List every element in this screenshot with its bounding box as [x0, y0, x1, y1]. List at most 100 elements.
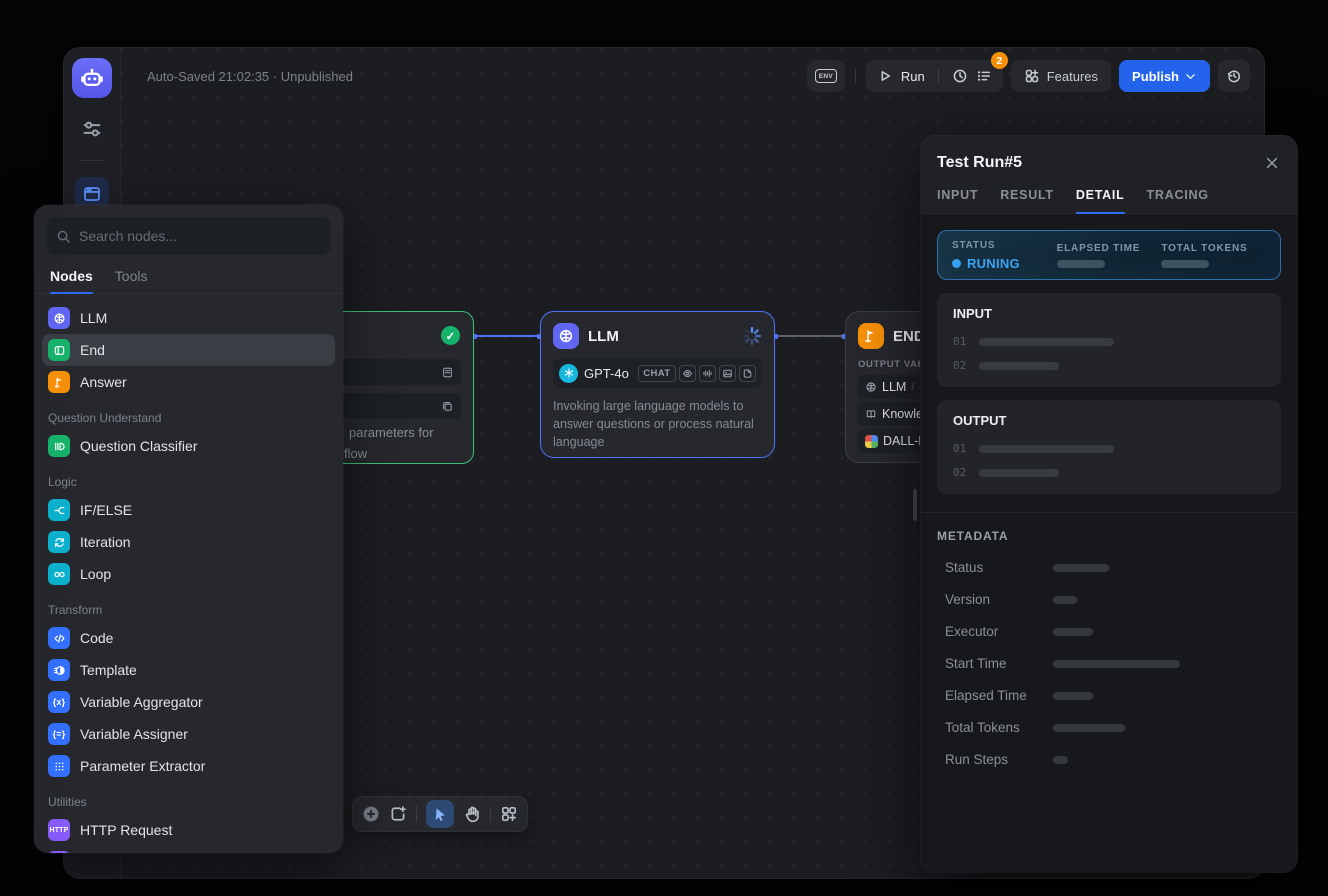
- node-item-list-operator[interactable]: List Operator: [42, 846, 335, 853]
- node-item-template[interactable]: Template: [42, 654, 335, 686]
- node-item-question-classifier[interactable]: Question Classifier: [42, 430, 335, 462]
- node-item-iteration[interactable]: Iteration: [42, 526, 335, 558]
- pointer-mode-button[interactable]: [426, 800, 454, 828]
- node-item-variable-aggregator[interactable]: {x}Variable Aggregator: [42, 686, 335, 718]
- row-number: 01: [953, 442, 966, 455]
- skeleton-bar: [1053, 724, 1125, 732]
- node-group-header: Logic: [48, 475, 329, 489]
- node-item-if-else[interactable]: IF/ELSE: [42, 494, 335, 526]
- node-item-label: Iteration: [80, 534, 131, 550]
- node-item-label: Variable Assigner: [80, 726, 188, 742]
- skeleton-bar: [979, 338, 1114, 346]
- run-button[interactable]: Run: [901, 69, 925, 84]
- add-note-button[interactable]: [389, 805, 407, 823]
- tab-nodes[interactable]: Nodes: [50, 268, 93, 293]
- canvas-scrollbar-thumb[interactable]: [913, 489, 917, 521]
- input-card: INPUT 0102: [937, 293, 1281, 387]
- tab-input[interactable]: INPUT: [937, 188, 978, 213]
- llm-node-title: LLM: [588, 328, 619, 345]
- metadata-title: METADATA: [937, 529, 1281, 543]
- node-group-header: Utilities: [48, 795, 329, 809]
- toolbar-separator: [490, 806, 491, 822]
- metadata-rows: StatusVersionExecutorStart TimeElapsed T…: [937, 560, 1281, 767]
- metadata-row-executor: Executor: [937, 624, 1281, 639]
- editor-topbar: Auto-Saved 21:02:35 · Unpublished ENV Ru…: [121, 60, 1264, 92]
- version-history-button[interactable]: [1218, 60, 1250, 92]
- llm-node[interactable]: LLM GPT-4o CHAT Invoking large language …: [540, 311, 775, 458]
- skeleton-bar: [1053, 660, 1180, 668]
- tab-result[interactable]: RESULT: [1000, 188, 1054, 213]
- organize-nodes-button[interactable]: [500, 805, 518, 823]
- node-item-llm[interactable]: LLM: [42, 302, 335, 334]
- search-box[interactable]: [46, 217, 331, 255]
- model-selector[interactable]: GPT-4o CHAT: [553, 358, 762, 388]
- var-aggregator-icon: {x}: [48, 691, 70, 713]
- node-item-label: LLM: [80, 310, 107, 326]
- node-item-loop[interactable]: Loop: [42, 558, 335, 590]
- canvas-toolbar: [352, 796, 528, 832]
- app-logo-robot-icon[interactable]: [72, 58, 112, 98]
- features-button[interactable]: Features: [1011, 60, 1111, 92]
- node-item-code[interactable]: Code: [42, 622, 335, 654]
- toolbar-separator: [416, 806, 417, 822]
- row-number: 02: [953, 359, 966, 372]
- node-item-variable-assigner[interactable]: {=}Variable Assigner: [42, 718, 335, 750]
- skeleton-bar: [1053, 564, 1109, 572]
- metadata-row-total-tokens: Total Tokens: [937, 720, 1281, 735]
- chevron-down-icon: [1184, 70, 1197, 83]
- play-icon[interactable]: [877, 68, 893, 84]
- sidebar-divider: [79, 160, 105, 161]
- tab-tools[interactable]: Tools: [115, 268, 148, 293]
- total-tokens-label: TOTAL TOKENS: [1161, 243, 1266, 254]
- tab-tracing[interactable]: TRACING: [1147, 188, 1209, 213]
- output-card-title: OUTPUT: [953, 413, 1265, 428]
- node-item-label: Question Classifier: [80, 438, 198, 454]
- checklist-icon[interactable]: [976, 68, 992, 84]
- llm-node-header: LLM: [541, 312, 774, 349]
- search-input[interactable]: [79, 228, 321, 244]
- audio-capability-icon: [699, 365, 716, 382]
- node-item-parameter-extractor[interactable]: Parameter Extractor: [42, 750, 335, 782]
- publish-button[interactable]: Publish: [1119, 60, 1210, 92]
- env-icon: ENV: [815, 69, 837, 83]
- end-node-title: END: [893, 328, 925, 345]
- run-panel-header: Test Run#5 INPUTRESULTDETAILTRACING: [921, 136, 1297, 214]
- chat-badge: CHAT: [638, 365, 676, 382]
- env-button[interactable]: ENV: [807, 60, 845, 92]
- success-check-icon: ✓: [441, 326, 460, 345]
- node-item-label: Template: [80, 662, 137, 678]
- run-history-icon[interactable]: [952, 68, 968, 84]
- node-item-answer[interactable]: Answer: [42, 366, 335, 398]
- answer-icon: [48, 371, 70, 393]
- node-item-http-request[interactable]: HTTPHTTP Request: [42, 814, 335, 846]
- skeleton-bar: [1053, 756, 1068, 764]
- skeleton-bar: [1057, 260, 1105, 268]
- preferences-icon[interactable]: [81, 118, 103, 140]
- metadata-label: Elapsed Time: [945, 688, 1053, 703]
- node-item-label: Answer: [80, 374, 127, 390]
- test-run-panel: Test Run#5 INPUTRESULTDETAILTRACING STAT…: [921, 136, 1297, 872]
- publish-label: Publish: [1132, 69, 1179, 84]
- notification-badge: 2: [991, 52, 1008, 69]
- run-panel-body: STATUS RUNING ELAPSED TIME TOTAL TOKENS …: [921, 214, 1297, 872]
- end-flag-icon: [858, 323, 884, 349]
- hand-mode-button[interactable]: [463, 805, 481, 823]
- end-icon: [48, 339, 70, 361]
- add-node-button[interactable]: [362, 805, 380, 823]
- node-item-end[interactable]: End: [42, 334, 335, 366]
- status-value: RUNING: [967, 256, 1020, 271]
- node-panel-tabs: Nodes Tools: [34, 255, 343, 294]
- elapsed-time-label: ELAPSED TIME: [1057, 243, 1162, 254]
- skeleton-bar: [979, 362, 1059, 370]
- node-group-header: Transform: [48, 603, 329, 617]
- node-item-label: Code: [80, 630, 113, 646]
- data-row: 01: [953, 335, 1265, 348]
- edge-llm-to-end: [775, 335, 845, 337]
- close-icon[interactable]: [1264, 155, 1280, 171]
- elapsed-time-column: ELAPSED TIME: [1057, 243, 1162, 268]
- loop-icon: [48, 563, 70, 585]
- tab-detail[interactable]: DETAIL: [1076, 188, 1125, 213]
- node-list: LLMEndAnswerQuestion UnderstandQuestion …: [34, 294, 343, 853]
- node-item-label: HTTP Request: [80, 822, 172, 838]
- data-row: 02: [953, 466, 1265, 479]
